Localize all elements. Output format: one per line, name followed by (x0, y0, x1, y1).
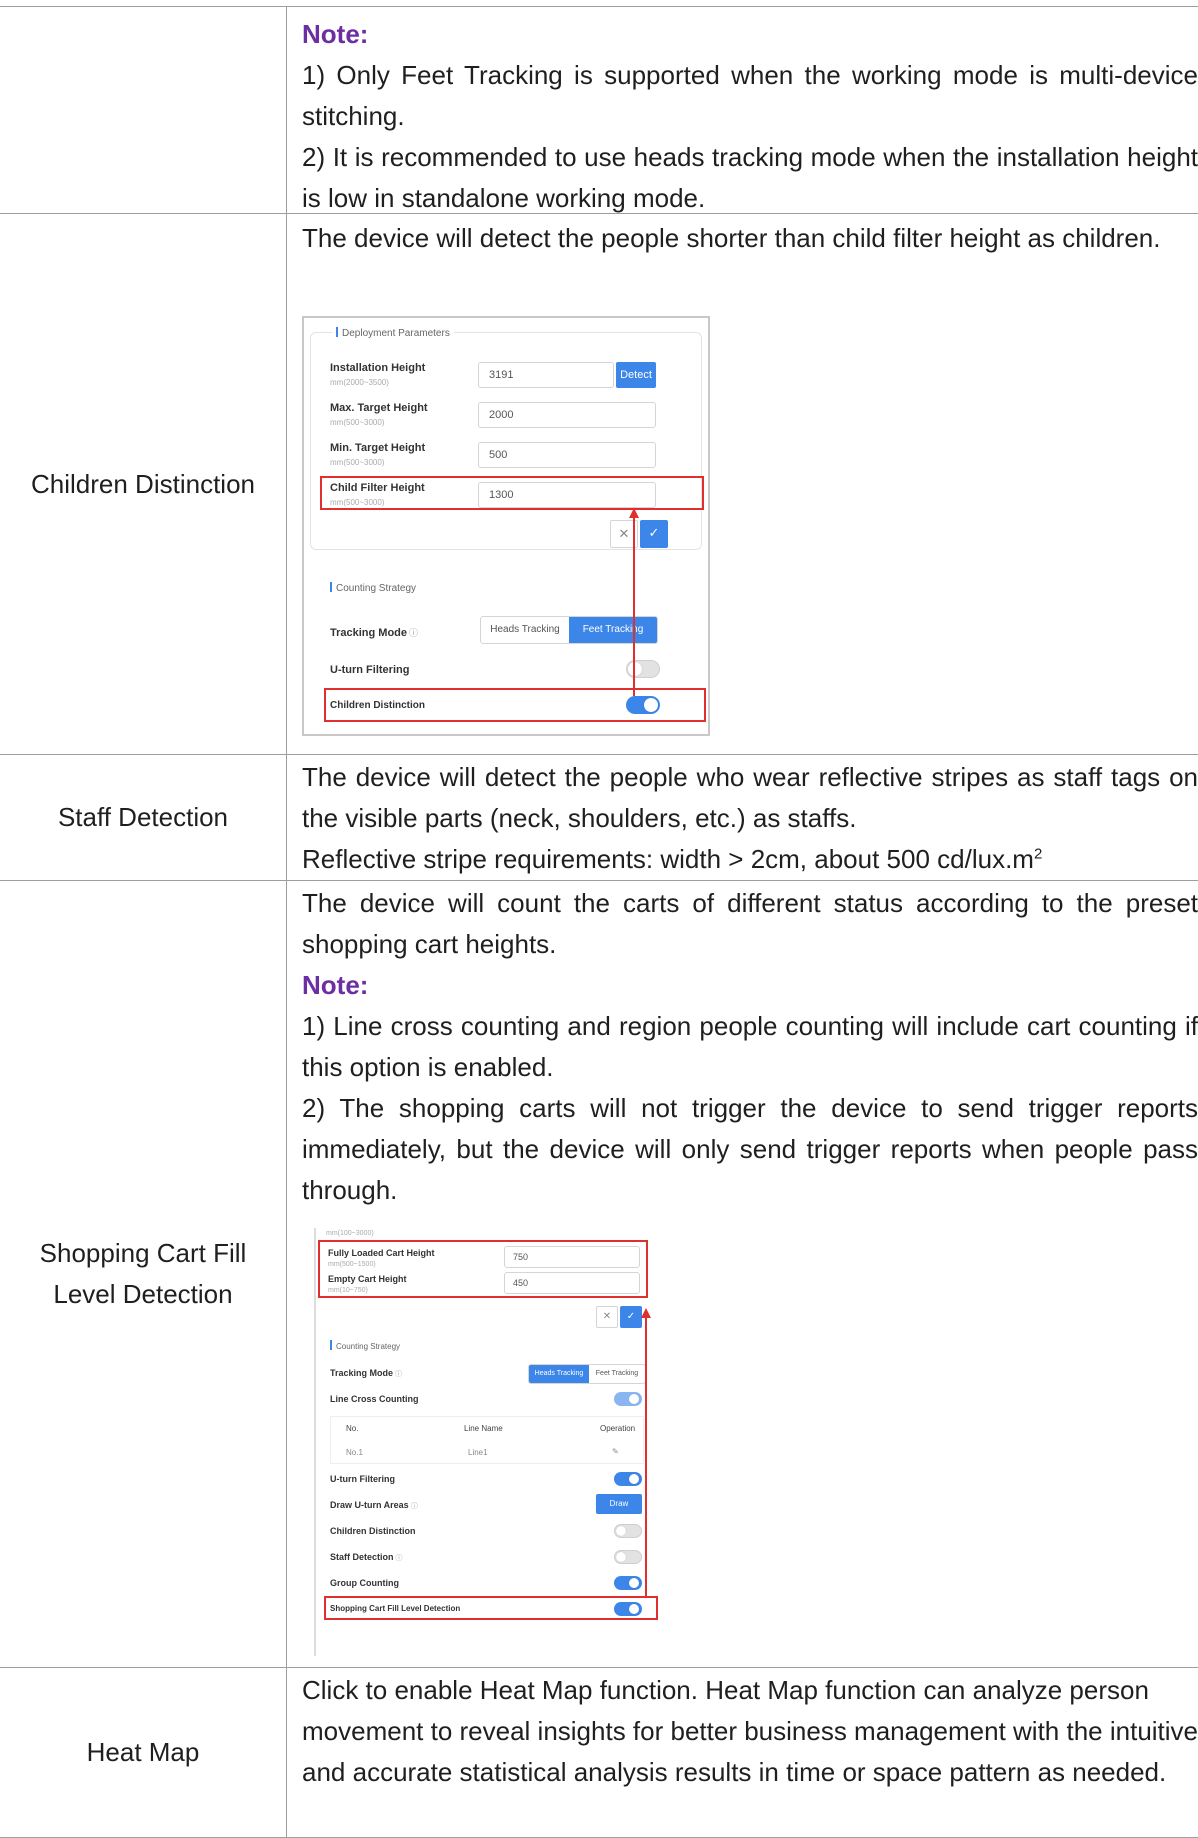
row-description: Note: 1) Only Feet Tracking is supported… (302, 14, 1198, 213)
deployment-parameters-screenshot: Deployment Parameters Installation Heigh… (302, 316, 710, 736)
confirm-icon[interactable]: ✓ (640, 520, 668, 548)
field-range: mm(500~3000) (330, 418, 385, 427)
section-title: Deployment Parameters (332, 327, 454, 339)
superscript: 2 (1033, 845, 1043, 863)
table-row: Note: 1) Only Feet Tracking is supported… (0, 6, 1198, 213)
tracking-mode-label: Tracking Mode (330, 627, 408, 639)
table-cell: Line1 (468, 1448, 488, 1457)
shopping-cart-screenshot: mm(100~3000) Fully Loaded Cart Height mm… (314, 1228, 720, 1656)
edit-icon[interactable]: ✎ (612, 1447, 619, 1456)
arrow-annotation (629, 508, 639, 696)
draw-areas-label: Draw U-turn Areas (330, 1500, 409, 1510)
info-icon: ⓘ (395, 1555, 403, 1562)
row-label-empty (0, 7, 287, 213)
field-label: Group Counting (330, 1578, 399, 1588)
field-range: mm(500~3000) (330, 458, 385, 467)
field-label: U-turn Filtering (330, 1474, 395, 1484)
field-label: Staff Detection ⓘ (330, 1552, 403, 1563)
min-target-height-input[interactable]: 500 (478, 442, 656, 468)
table-row: Heat Map Click to enable Heat Map functi… (0, 1667, 1198, 1838)
field-label: Tracking Mode ⓘ (330, 1368, 402, 1379)
table-header: Line Name (464, 1424, 503, 1433)
note-item: 1) Only Feet Tracking is supported when … (302, 60, 1198, 131)
section-title: Counting Strategy (330, 1340, 400, 1351)
section-title: Counting Strategy (330, 582, 416, 594)
info-icon: ⓘ (409, 628, 419, 638)
table-row: Staff Detection The device will detect t… (0, 754, 1198, 880)
field-range: mm(2000~3500) (330, 378, 389, 387)
note-label: Note: (302, 19, 369, 49)
description-text: The device will count the carts of diffe… (302, 888, 1198, 959)
row-label-line: Level Detection (53, 1279, 233, 1309)
row-label: Children Distinction (0, 214, 287, 754)
requirement-text: Reflective stripe requirements: width > … (302, 839, 1198, 880)
field-label: Tracking Mode ⓘ (330, 626, 418, 639)
info-icon: ⓘ (395, 1371, 403, 1378)
requirement-main: Reflective stripe requirements: width > … (302, 844, 1034, 874)
detect-button[interactable]: Detect (616, 362, 656, 388)
note-item: 2) It is recommended to use heads tracki… (302, 142, 1198, 213)
highlight-box (324, 1596, 658, 1620)
table-header: No. (346, 1424, 359, 1433)
staff-detection-label: Staff Detection (330, 1552, 394, 1562)
field-range: mm(100~3000) (326, 1230, 374, 1237)
field-label: U-turn Filtering (330, 664, 410, 676)
tracking-mode-switch: Heads Tracking Feet Tracking (528, 1364, 646, 1384)
description-text: The device will detect the people shorte… (302, 223, 1161, 253)
field-label: Children Distinction (330, 1526, 416, 1536)
row-label-line: Shopping Cart Fill (39, 1238, 247, 1268)
row-label: Staff Detection (0, 755, 287, 880)
heads-tracking-option[interactable]: Heads Tracking (481, 617, 569, 643)
field-label: Max. Target Height (330, 402, 428, 414)
description-text: Click to enable Heat Map function. Heat … (302, 1675, 1198, 1787)
max-target-height-input[interactable]: 2000 (478, 402, 656, 428)
highlight-box (324, 688, 706, 722)
note-item: 1) Line cross counting and region people… (302, 1011, 1198, 1082)
cancel-icon[interactable]: ✕ (596, 1306, 618, 1328)
toggle-knob (616, 1552, 626, 1562)
heads-tracking-option[interactable]: Heads Tracking (529, 1365, 589, 1383)
field-label: Draw U-turn Areas ⓘ (330, 1500, 418, 1511)
table-cell: No.1 (346, 1448, 363, 1457)
highlight-box (318, 1240, 648, 1298)
description-text: The device will detect the people who we… (302, 762, 1198, 833)
table-header: Operation (600, 1424, 636, 1433)
field-label: Min. Target Height (330, 442, 426, 454)
row-label: Shopping Cart Fill Level Detection (0, 881, 287, 1667)
info-icon: ⓘ (410, 1503, 418, 1510)
tracking-mode-label: Tracking Mode (330, 1368, 394, 1378)
field-label: Installation Height (330, 362, 426, 374)
note-item: 2) The shopping carts will not trigger t… (302, 1093, 1198, 1205)
row-label: Heat Map (0, 1668, 287, 1837)
highlight-box (320, 476, 704, 510)
field-label: Line Cross Counting (330, 1394, 419, 1404)
note-label: Note: (302, 970, 369, 1000)
installation-height-input[interactable]: 3191 (478, 362, 614, 388)
row-description: Click to enable Heat Map function. Heat … (302, 1670, 1198, 1837)
arrow-annotation (641, 1308, 651, 1596)
toggle-knob (616, 1526, 626, 1536)
row-description: The device will detect the people who we… (302, 757, 1198, 880)
